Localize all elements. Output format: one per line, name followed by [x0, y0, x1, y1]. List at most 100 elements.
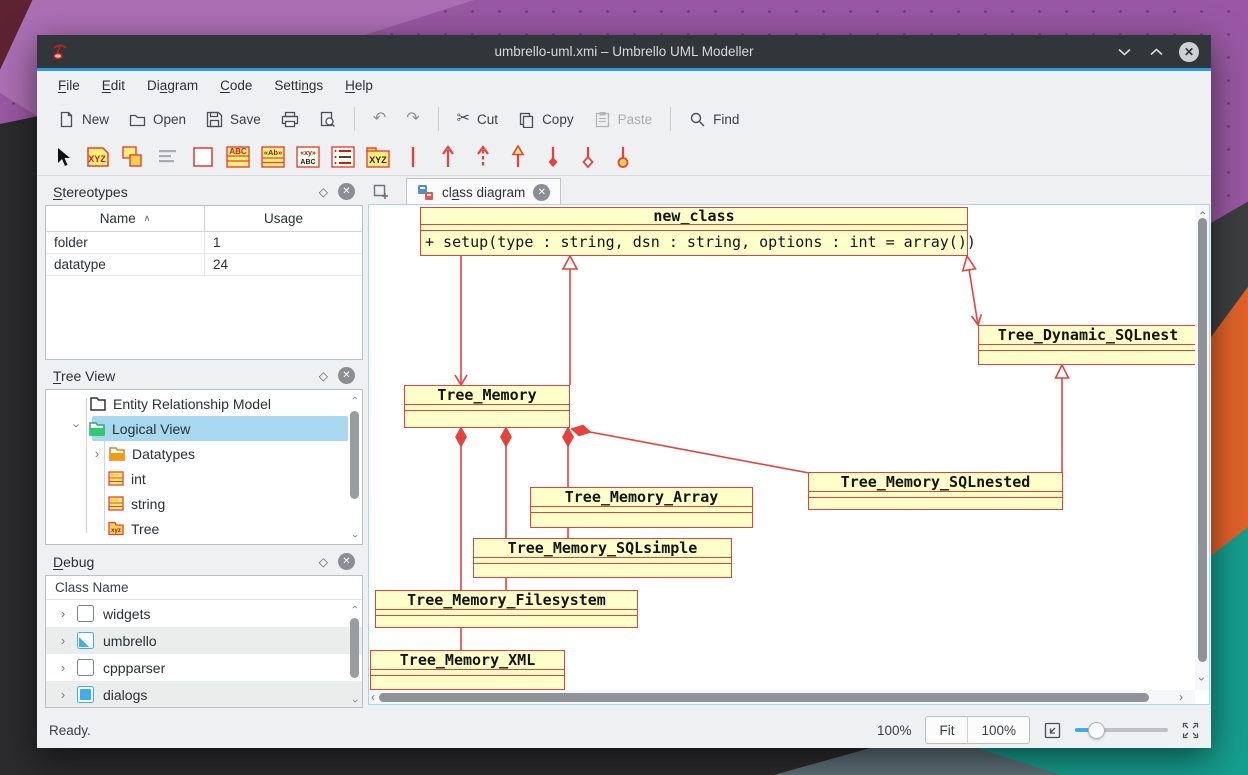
scrollbar-thumb[interactable] — [350, 618, 359, 678]
slider-handle[interactable] — [1088, 722, 1105, 739]
scroll-down-icon[interactable]: › — [353, 531, 357, 541]
tab-class-diagram[interactable]: class diagram ✕ — [406, 178, 561, 205]
checkbox-unchecked[interactable] — [77, 659, 94, 676]
minimize-button[interactable] — [1115, 43, 1133, 61]
find-button[interactable]: Find — [680, 105, 748, 134]
scrollbar-thumb[interactable] — [379, 693, 1149, 702]
uml-class-tree-dynamic-sqlnested[interactable]: Tree_Dynamic_SQLnest — [978, 325, 1195, 365]
titlebar[interactable]: umbrello-uml.xmi – Umbrello UML Modeller… — [37, 35, 1211, 68]
debug-row-dialogs[interactable]: › dialogs — [46, 681, 362, 708]
uml-class-tree-memory-sqlnested[interactable]: Tree_Memory_SQLnested — [808, 472, 1063, 510]
object-tool[interactable] — [121, 145, 145, 169]
zoom-100-button[interactable]: 100% — [967, 717, 1029, 743]
scroll-left-icon[interactable]: ‹ — [371, 691, 375, 703]
menu-diagram[interactable]: Diagram — [136, 74, 209, 97]
table-row[interactable]: folder 1 — [46, 232, 362, 254]
scroll-down-icon[interactable]: › — [1200, 673, 1204, 685]
checkbox-partial[interactable] — [77, 632, 94, 649]
scroll-up-icon[interactable]: › — [353, 393, 357, 403]
tree-item-int[interactable]: int — [108, 466, 146, 491]
checkbox-checked[interactable] — [77, 686, 94, 703]
scroll-right-icon[interactable]: › — [1179, 691, 1183, 703]
maximize-button[interactable] — [1147, 43, 1165, 61]
shrink-to-fit-button[interactable] — [1044, 722, 1061, 739]
scrollbar-thumb[interactable] — [1198, 218, 1207, 662]
canvas-vertical-scrollbar[interactable]: › › — [1195, 205, 1209, 690]
redo-button[interactable]: ↷ — [397, 105, 428, 133]
fullscreen-button[interactable] — [1182, 722, 1199, 739]
float-panel-icon[interactable]: ◇ — [319, 369, 328, 383]
debug-row-cppparser[interactable]: › cppparser — [46, 654, 362, 681]
text-tool[interactable] — [156, 145, 180, 169]
containment-tool[interactable] — [611, 145, 635, 169]
interface-tool[interactable]: «Ab» — [261, 145, 285, 169]
float-panel-icon[interactable]: ◇ — [319, 185, 328, 199]
class-widget-tool[interactable]: ABC — [226, 145, 250, 169]
diagram-canvas[interactable]: new_class + setup(type : string, dsn : s… — [369, 205, 1195, 690]
checkbox-unchecked[interactable] — [77, 605, 94, 622]
menu-settings[interactable]: Settings — [263, 74, 334, 97]
scroll-up-icon[interactable]: › — [353, 602, 357, 612]
uml-class-tree-memory[interactable]: Tree_Memory — [404, 385, 570, 428]
expander-closed-icon[interactable]: › — [58, 606, 68, 621]
column-usage[interactable]: Usage — [205, 211, 362, 226]
datatype-tool[interactable]: «xy»ABC — [296, 145, 320, 169]
menu-edit[interactable]: Edit — [91, 74, 136, 97]
uml-class-tree-memory-xml[interactable]: Tree_Memory_XML — [370, 650, 565, 690]
debug-row-widgets[interactable]: › widgets — [46, 600, 362, 627]
column-name[interactable]: Name∧ — [46, 206, 205, 231]
expander-open-icon[interactable]: › — [70, 424, 85, 434]
tree-item-datatypes[interactable]: › Datatypes — [92, 441, 195, 466]
expander-closed-icon[interactable]: › — [92, 446, 102, 461]
close-panel-icon[interactable]: ✕ — [338, 183, 355, 200]
close-panel-icon[interactable]: ✕ — [338, 553, 355, 570]
menu-help[interactable]: Help — [334, 74, 384, 97]
tree-item-entity-relationship-model[interactable]: Entity Relationship Model — [90, 391, 271, 416]
open-button[interactable]: Open — [120, 105, 195, 134]
fit-button[interactable]: Fit — [926, 717, 967, 743]
paste-button[interactable]: Paste — [585, 105, 662, 134]
undo-button[interactable]: ↶ — [364, 105, 395, 133]
copy-button[interactable]: Copy — [509, 105, 583, 134]
uml-class-tree-memory-filesystem[interactable]: Tree_Memory_Filesystem — [375, 590, 638, 628]
directed-association-tool[interactable] — [436, 145, 460, 169]
cut-button[interactable]: ✂ Cut — [448, 105, 507, 133]
print-preview-button[interactable] — [310, 105, 345, 134]
uml-class-tree-memory-array[interactable]: Tree_Memory_Array — [530, 487, 753, 528]
table-row[interactable]: datatype 24 — [46, 254, 362, 276]
box-tool[interactable] — [191, 145, 215, 169]
close-button[interactable]: ✕ — [1179, 42, 1199, 62]
tree-item-tree[interactable]: xyz Tree — [108, 516, 159, 541]
tree-item-string[interactable]: string — [108, 491, 165, 516]
expander-closed-icon[interactable]: › — [58, 687, 68, 702]
treeview-scrollbar[interactable]: › › — [349, 393, 360, 541]
debug-row-umbrello[interactable]: › umbrello — [46, 627, 362, 654]
scroll-down-icon[interactable]: › — [353, 696, 357, 706]
close-tab-icon[interactable]: ✕ — [533, 184, 550, 201]
dependency-tool[interactable] — [471, 145, 495, 169]
package-tool[interactable]: XYZ — [366, 145, 390, 169]
composition-tool[interactable] — [541, 145, 565, 169]
generalization-tool[interactable] — [506, 145, 530, 169]
aggregation-tool[interactable] — [576, 145, 600, 169]
stereotypes-table-header[interactable]: Name∧ Usage — [46, 206, 362, 232]
save-button[interactable]: Save — [197, 105, 270, 134]
expander-closed-icon[interactable]: › — [58, 660, 68, 675]
new-button[interactable]: New — [49, 105, 118, 134]
association-tool[interactable] — [401, 145, 425, 169]
print-button[interactable] — [272, 105, 308, 134]
new-tab-button[interactable] — [368, 179, 394, 205]
uml-class-new_class[interactable]: new_class + setup(type : string, dsn : s… — [420, 207, 968, 256]
class-tool[interactable]: XYZ — [86, 145, 110, 169]
close-panel-icon[interactable]: ✕ — [338, 367, 355, 384]
uml-class-tree-memory-sqlsimple[interactable]: Tree_Memory_SQLsimple — [473, 538, 732, 578]
debug-column-header[interactable]: Class Name — [46, 576, 362, 600]
enum-tool[interactable] — [331, 145, 355, 169]
scrollbar-thumb[interactable] — [350, 411, 359, 499]
expander-closed-icon[interactable]: › — [58, 633, 68, 648]
menu-code[interactable]: Code — [209, 74, 263, 97]
select-tool[interactable] — [51, 145, 75, 169]
float-panel-icon[interactable]: ◇ — [319, 555, 328, 569]
canvas-horizontal-scrollbar[interactable]: ‹ › — [369, 690, 1195, 704]
zoom-slider[interactable] — [1075, 721, 1168, 739]
